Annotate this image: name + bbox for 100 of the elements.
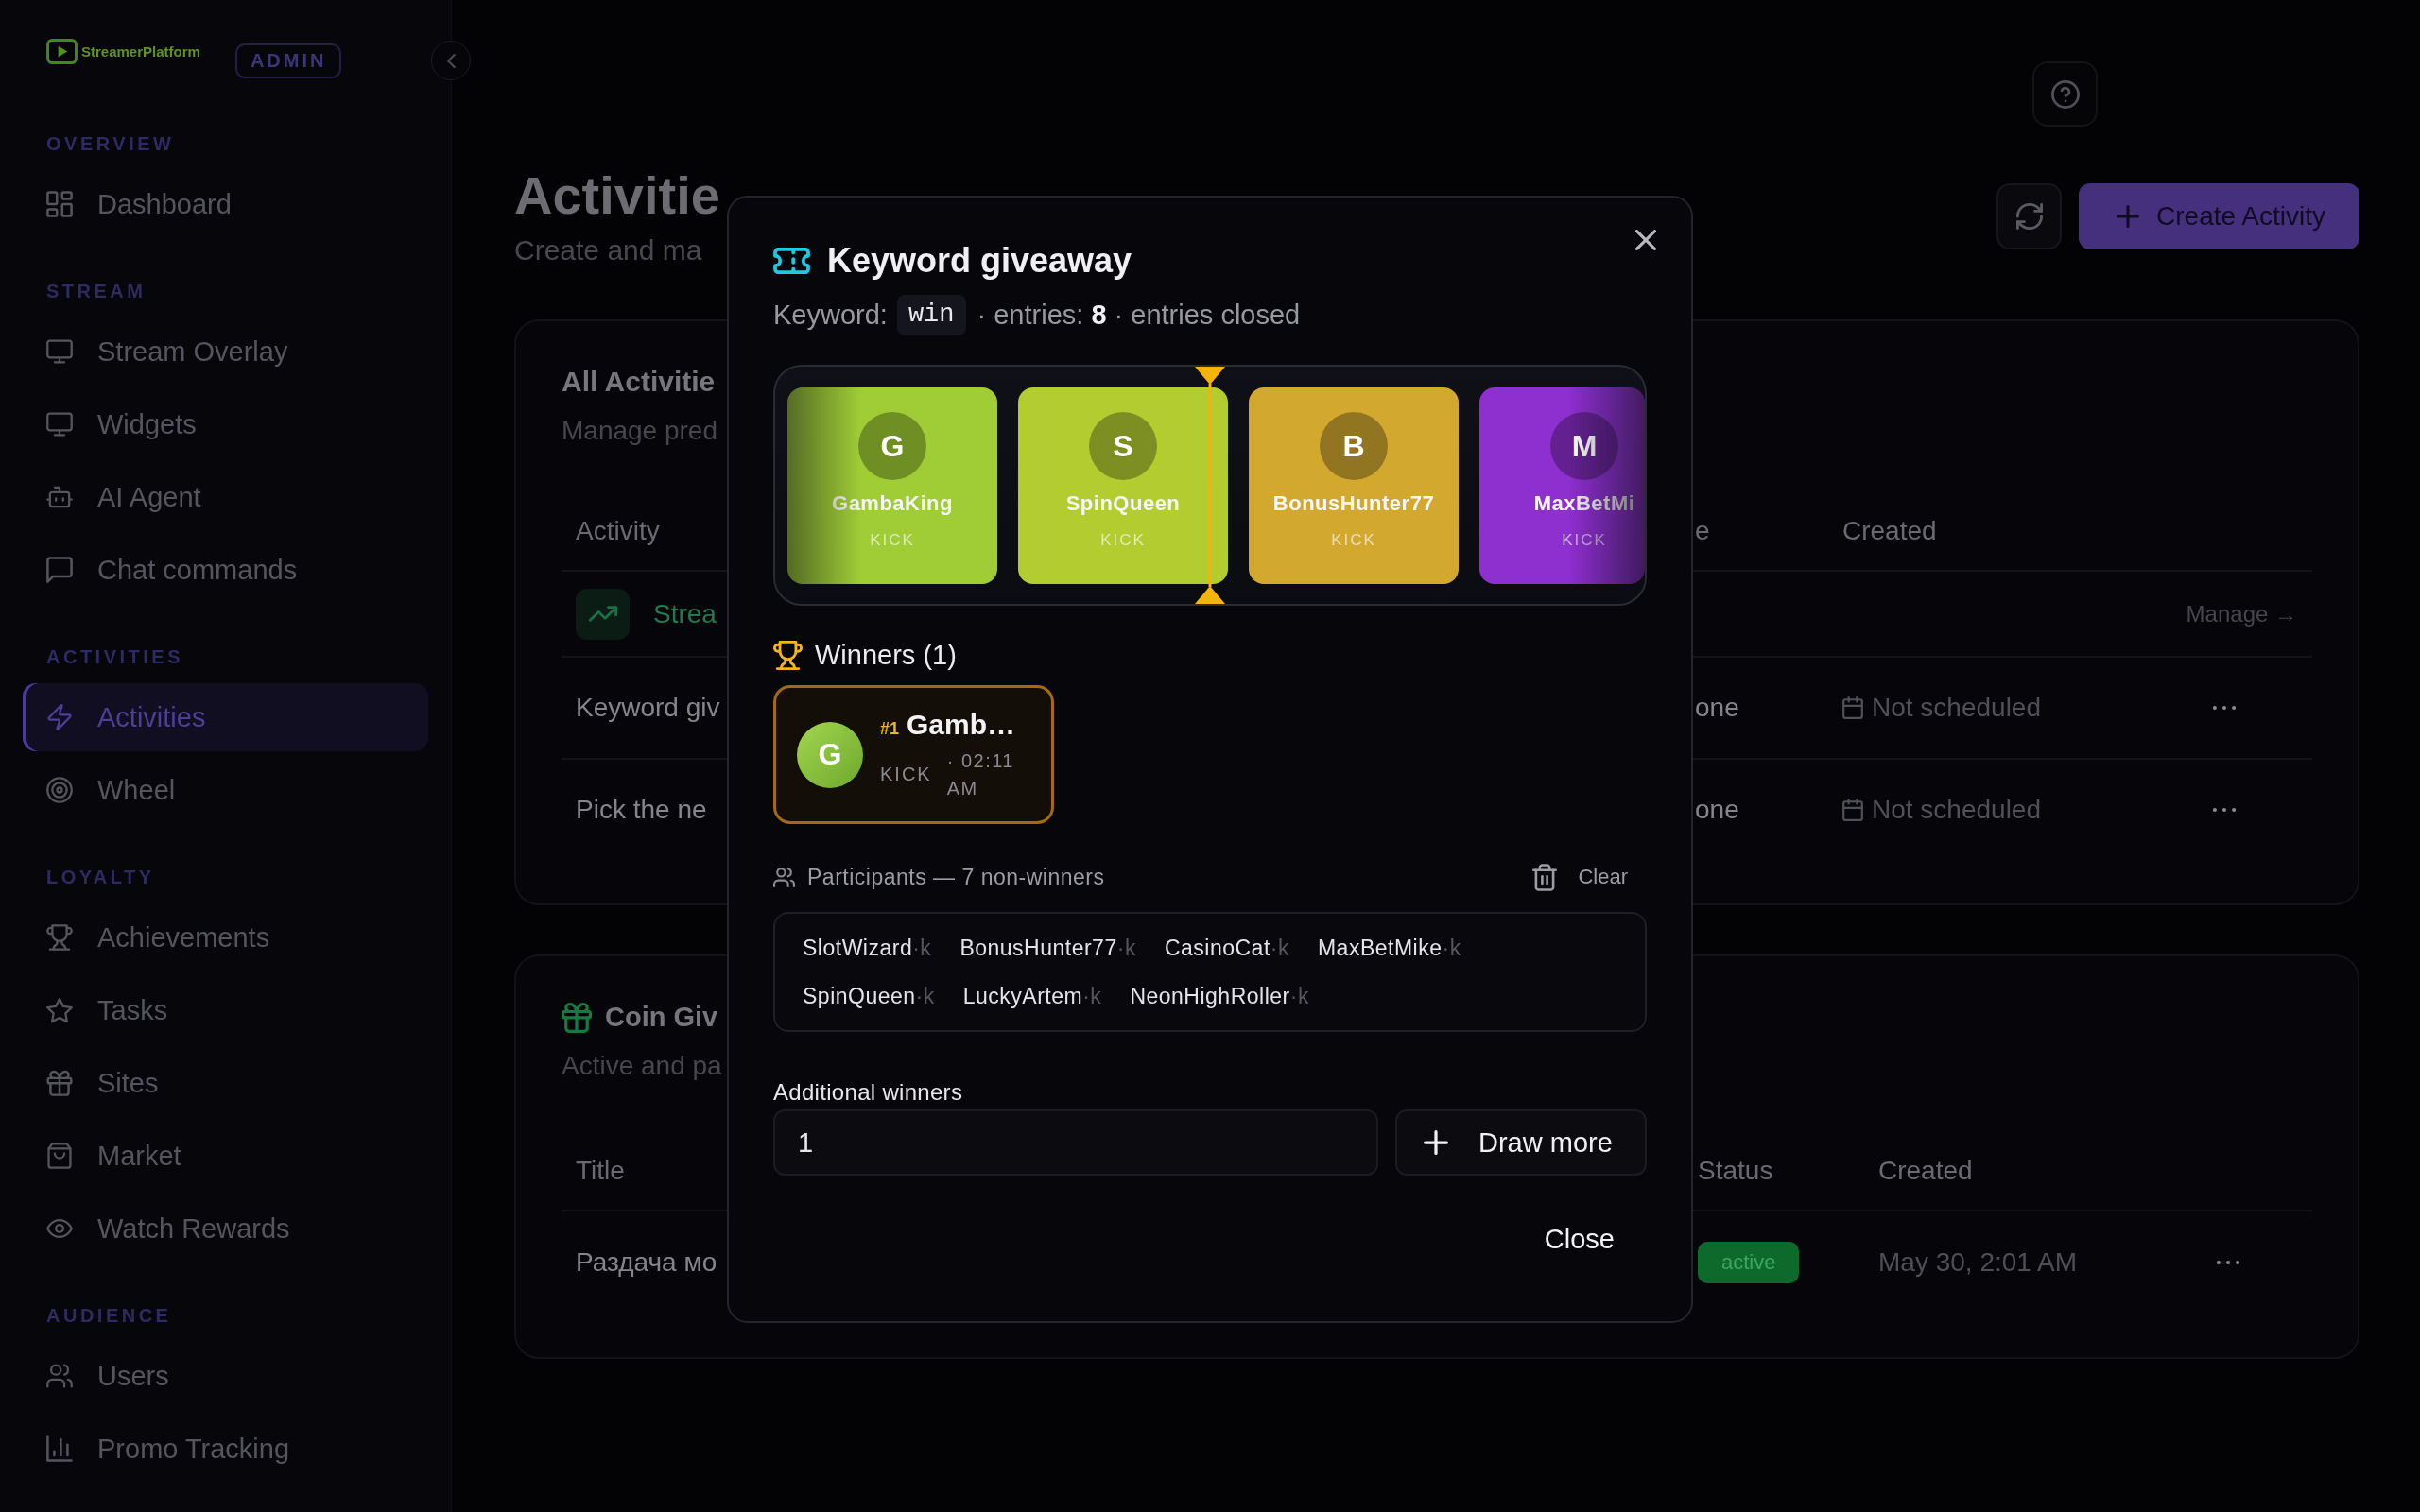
giveaway-title: Раздача мо bbox=[576, 1247, 717, 1278]
field-label: Additional winners bbox=[773, 1079, 963, 1106]
clear-button[interactable]: Clear bbox=[1532, 863, 1647, 891]
section-label: OVERVIEW bbox=[45, 132, 176, 156]
table-cell: one bbox=[1695, 693, 1739, 723]
additional-winners-input[interactable]: 1 bbox=[773, 1109, 1378, 1176]
chat-bubble-icon bbox=[46, 557, 73, 583]
grid-icon bbox=[46, 191, 73, 217]
participant-entry: SpinQueen·k bbox=[803, 983, 935, 1010]
participant-entry: MaxBetMike·k bbox=[1317, 935, 1461, 962]
gift-icon bbox=[46, 1070, 73, 1096]
sidebar-item[interactable]: Activities bbox=[23, 683, 428, 751]
ticket-icon bbox=[773, 248, 810, 274]
trending-up-icon bbox=[576, 588, 630, 640]
sidebar-item[interactable]: Sites bbox=[23, 1049, 428, 1117]
participant-entry: LuckyArtem·k bbox=[962, 983, 1102, 1010]
table-cell: one bbox=[1695, 795, 1739, 825]
player-name: MaxBetMi bbox=[1533, 491, 1635, 516]
platform-label: KICK bbox=[1562, 530, 1607, 551]
sidebar-item[interactable]: Stream Overlay bbox=[23, 318, 428, 386]
player-name: SpinQueen bbox=[1065, 491, 1181, 516]
monitor-icon bbox=[46, 411, 73, 438]
column-header: Created bbox=[1878, 1156, 1973, 1186]
section-label: LOYALTY bbox=[45, 866, 156, 889]
sidebar-item[interactable]: Dashboard bbox=[23, 170, 428, 238]
users-icon bbox=[773, 867, 795, 887]
activity-name: Keyword giv bbox=[576, 693, 720, 723]
column-header: Created bbox=[1842, 516, 1937, 546]
participant-entry: SlotWizard·k bbox=[803, 935, 932, 962]
trophy-icon bbox=[773, 640, 803, 670]
participants-heading: Participants — 7 non-winners bbox=[807, 864, 1105, 890]
ellipsis-icon bbox=[2212, 705, 2237, 711]
refresh-icon bbox=[2015, 202, 2043, 230]
page-title: Activitie bbox=[514, 164, 720, 227]
player-name: BonusHunter77 bbox=[1272, 491, 1435, 516]
manage-link[interactable]: Manage → bbox=[2186, 600, 2297, 627]
sidebar-item[interactable]: Widgets bbox=[23, 390, 428, 458]
keyword-code: win bbox=[896, 295, 966, 335]
ellipsis-icon bbox=[2216, 1260, 2240, 1265]
avatar: B bbox=[1320, 412, 1388, 480]
status-badge: active bbox=[1698, 1242, 1800, 1283]
player-name: GambaKing bbox=[832, 491, 953, 516]
sidebar-item[interactable]: Watch Rewards bbox=[23, 1194, 428, 1263]
avatar: M bbox=[1550, 412, 1618, 480]
sidebar-item[interactable]: Wheel bbox=[23, 756, 428, 824]
refresh-button[interactable] bbox=[1996, 182, 2063, 249]
platform-label: KICK bbox=[1100, 530, 1146, 551]
role-badge: ADMIN bbox=[234, 43, 342, 78]
help-button[interactable] bbox=[2032, 61, 2098, 127]
participant-entry: CasinoCat·k bbox=[1164, 935, 1289, 962]
ellipsis-icon bbox=[2212, 807, 2237, 813]
create-activity-button[interactable]: Create Activity bbox=[2079, 182, 2360, 249]
close-button[interactable] bbox=[1635, 230, 1656, 250]
section-label: ACTIVITIES bbox=[45, 645, 184, 669]
sidebar-item[interactable]: Achievements bbox=[23, 903, 428, 971]
column-header: Status bbox=[1698, 1156, 1773, 1186]
section-label: AUDIENCE bbox=[45, 1304, 173, 1328]
gift-icon bbox=[562, 1001, 592, 1033]
participant-entry: NeonHighRoller·k bbox=[1130, 983, 1309, 1010]
dialog-title: Keyword giveaway bbox=[827, 240, 1132, 282]
users-icon bbox=[46, 1363, 73, 1389]
winners-heading: Winners (1) bbox=[815, 639, 957, 671]
sidebar-item[interactable]: Promo Tracking bbox=[23, 1415, 428, 1483]
play-logo-icon bbox=[46, 39, 78, 64]
participant-entry: BonusHunter77·k bbox=[959, 935, 1136, 962]
calendar-icon bbox=[1842, 799, 1863, 821]
chevron-left-icon bbox=[446, 53, 456, 68]
calendar-icon bbox=[1842, 696, 1863, 719]
close-dialog-button[interactable]: Close bbox=[1512, 1207, 1647, 1271]
section-label: STREAM bbox=[45, 280, 147, 303]
robot-icon bbox=[46, 484, 73, 510]
platform-label: KICK bbox=[870, 530, 915, 551]
created-date: May 30, 2:01 AM bbox=[1878, 1247, 2078, 1278]
trophy-icon bbox=[46, 924, 73, 951]
trash-icon bbox=[1532, 863, 1558, 891]
platform-label: KICK bbox=[880, 764, 932, 785]
sidebar-item[interactable]: Users bbox=[23, 1342, 428, 1410]
created-date: Not scheduled bbox=[1872, 693, 2041, 723]
win-time: · 02:11 AM bbox=[946, 748, 1015, 800]
plus-icon bbox=[1424, 1130, 1448, 1155]
created-date: Not scheduled bbox=[1872, 795, 2041, 825]
avatar: G bbox=[858, 412, 926, 480]
bar-chart-icon bbox=[46, 1435, 73, 1462]
sidebar-item[interactable]: Chat commands bbox=[23, 536, 428, 604]
star-icon bbox=[46, 997, 73, 1023]
card-title: Coin Giv bbox=[605, 1001, 718, 1034]
logo-text: StreamerPlatform bbox=[81, 43, 200, 60]
column-header: Title bbox=[576, 1156, 625, 1186]
sidebar-item[interactable]: Tasks bbox=[23, 976, 428, 1044]
sidebar-item[interactable]: AI Agent bbox=[23, 463, 428, 531]
target-icon bbox=[46, 777, 73, 803]
draw-more-button[interactable]: Draw more bbox=[1395, 1109, 1647, 1176]
monitor-icon bbox=[46, 338, 73, 365]
platform-label: KICK bbox=[1331, 530, 1376, 551]
close-icon bbox=[1635, 230, 1656, 250]
sidebar-item[interactable]: Market bbox=[23, 1122, 428, 1190]
avatar: G bbox=[797, 721, 863, 788]
avatar: S bbox=[1089, 412, 1157, 480]
shopping-bag-icon bbox=[46, 1143, 73, 1169]
page-subtitle: Create and ma bbox=[514, 233, 702, 267]
